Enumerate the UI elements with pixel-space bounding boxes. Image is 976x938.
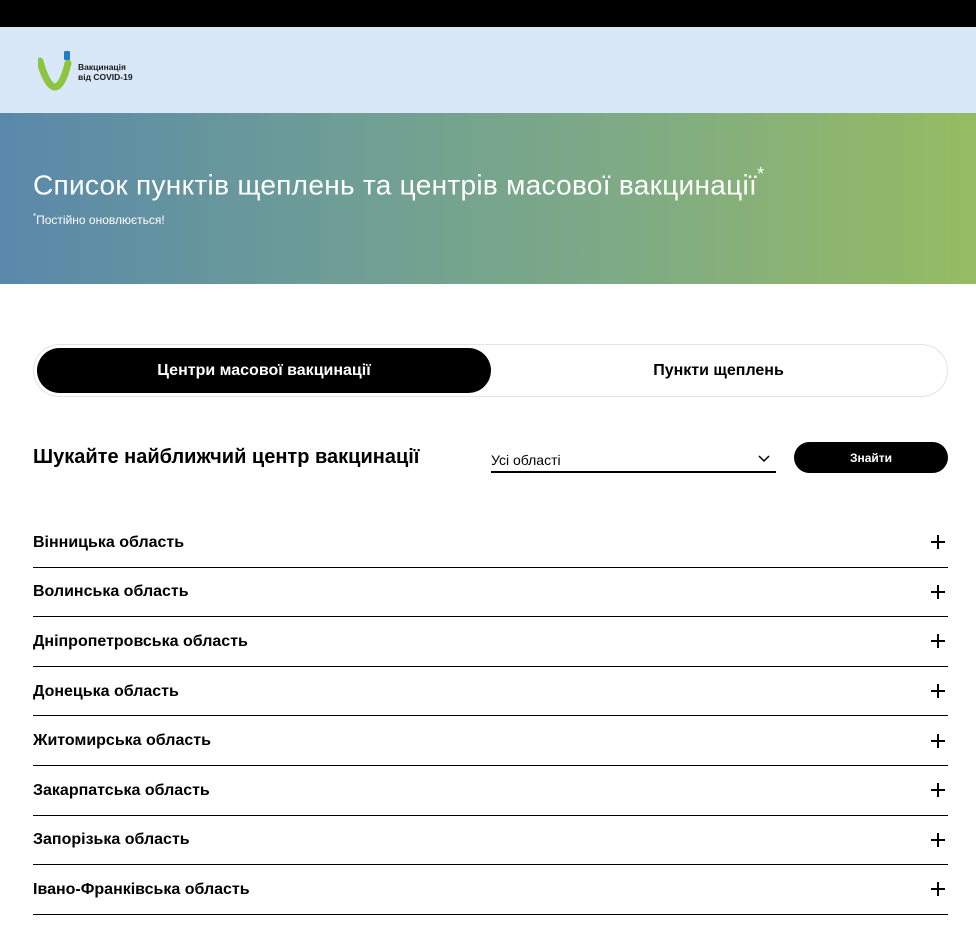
tab-vaccination-points[interactable]: Пункти щеплень [491, 348, 946, 393]
search-heading: Шукайте найближчий центр вакцинації [33, 446, 420, 468]
logo-line-1: Вакцинація [78, 62, 126, 72]
logo-text: Вакцинація від COVID-19 [78, 62, 133, 82]
region-label: Донецька область [33, 682, 179, 700]
find-button[interactable]: Знайти [794, 442, 948, 473]
region-label: Волинська область [33, 583, 189, 601]
region-item-zhytomyr[interactable]: Житомирська область [33, 716, 948, 766]
region-item-ivano-frankivsk[interactable]: Івано-Франківська область [33, 865, 948, 915]
region-select-value: Усі області [491, 452, 561, 468]
region-select[interactable]: Усі області [491, 445, 776, 473]
logo[interactable]: Вакцинація від COVID-19 [36, 49, 133, 91]
region-label: Дніпропетровська область [33, 632, 248, 650]
update-note-text: Постійно оновлюється! [36, 213, 165, 227]
region-item-dnipropetrovsk[interactable]: Дніпропетровська область [33, 617, 948, 667]
logo-v-icon [36, 49, 74, 91]
plus-icon[interactable] [931, 684, 945, 699]
region-label: Запорізька область [33, 831, 190, 849]
region-label: Житомирська область [33, 732, 211, 750]
plus-icon[interactable] [931, 882, 945, 897]
logo-line-2: від COVID-19 [78, 72, 133, 82]
tab-mass-vaccination-centers[interactable]: Центри масової вакцинації [37, 348, 491, 393]
plus-icon[interactable] [931, 634, 945, 649]
regions-list: Вінницька область Волинська область Дніп… [33, 518, 948, 915]
top-bar [0, 0, 976, 27]
hero-banner: Список пунктів щеплень та центрів масово… [0, 113, 976, 284]
region-item-vinnytsia[interactable]: Вінницька область [33, 518, 948, 568]
region-item-zaporizhzhia[interactable]: Запорізька область [33, 816, 948, 866]
page-title: Список пунктів щеплень та центрів масово… [33, 164, 764, 201]
region-label: Вінницька область [33, 533, 185, 551]
update-note: *Постійно оновлюється! [33, 212, 165, 227]
site-header: Вакцинація від COVID-19 [0, 27, 976, 113]
region-label: Івано-Франківська область [33, 880, 250, 898]
plus-icon[interactable] [931, 783, 945, 798]
chevron-down-icon [758, 455, 770, 463]
region-item-zakarpattia[interactable]: Закарпатська область [33, 766, 948, 816]
region-item-donetsk[interactable]: Донецька область [33, 667, 948, 717]
page-title-text: Список пунктів щеплень та центрів масово… [33, 169, 758, 201]
view-tabs: Центри масової вакцинації Пункти щеплень [33, 344, 948, 397]
region-label: Закарпатська область [33, 781, 210, 799]
plus-icon[interactable] [931, 832, 945, 847]
title-asterisk: * [757, 164, 765, 184]
plus-icon[interactable] [931, 584, 945, 599]
plus-icon[interactable] [931, 733, 945, 748]
plus-icon[interactable] [931, 535, 945, 550]
region-item-volyn[interactable]: Волинська область [33, 568, 948, 618]
